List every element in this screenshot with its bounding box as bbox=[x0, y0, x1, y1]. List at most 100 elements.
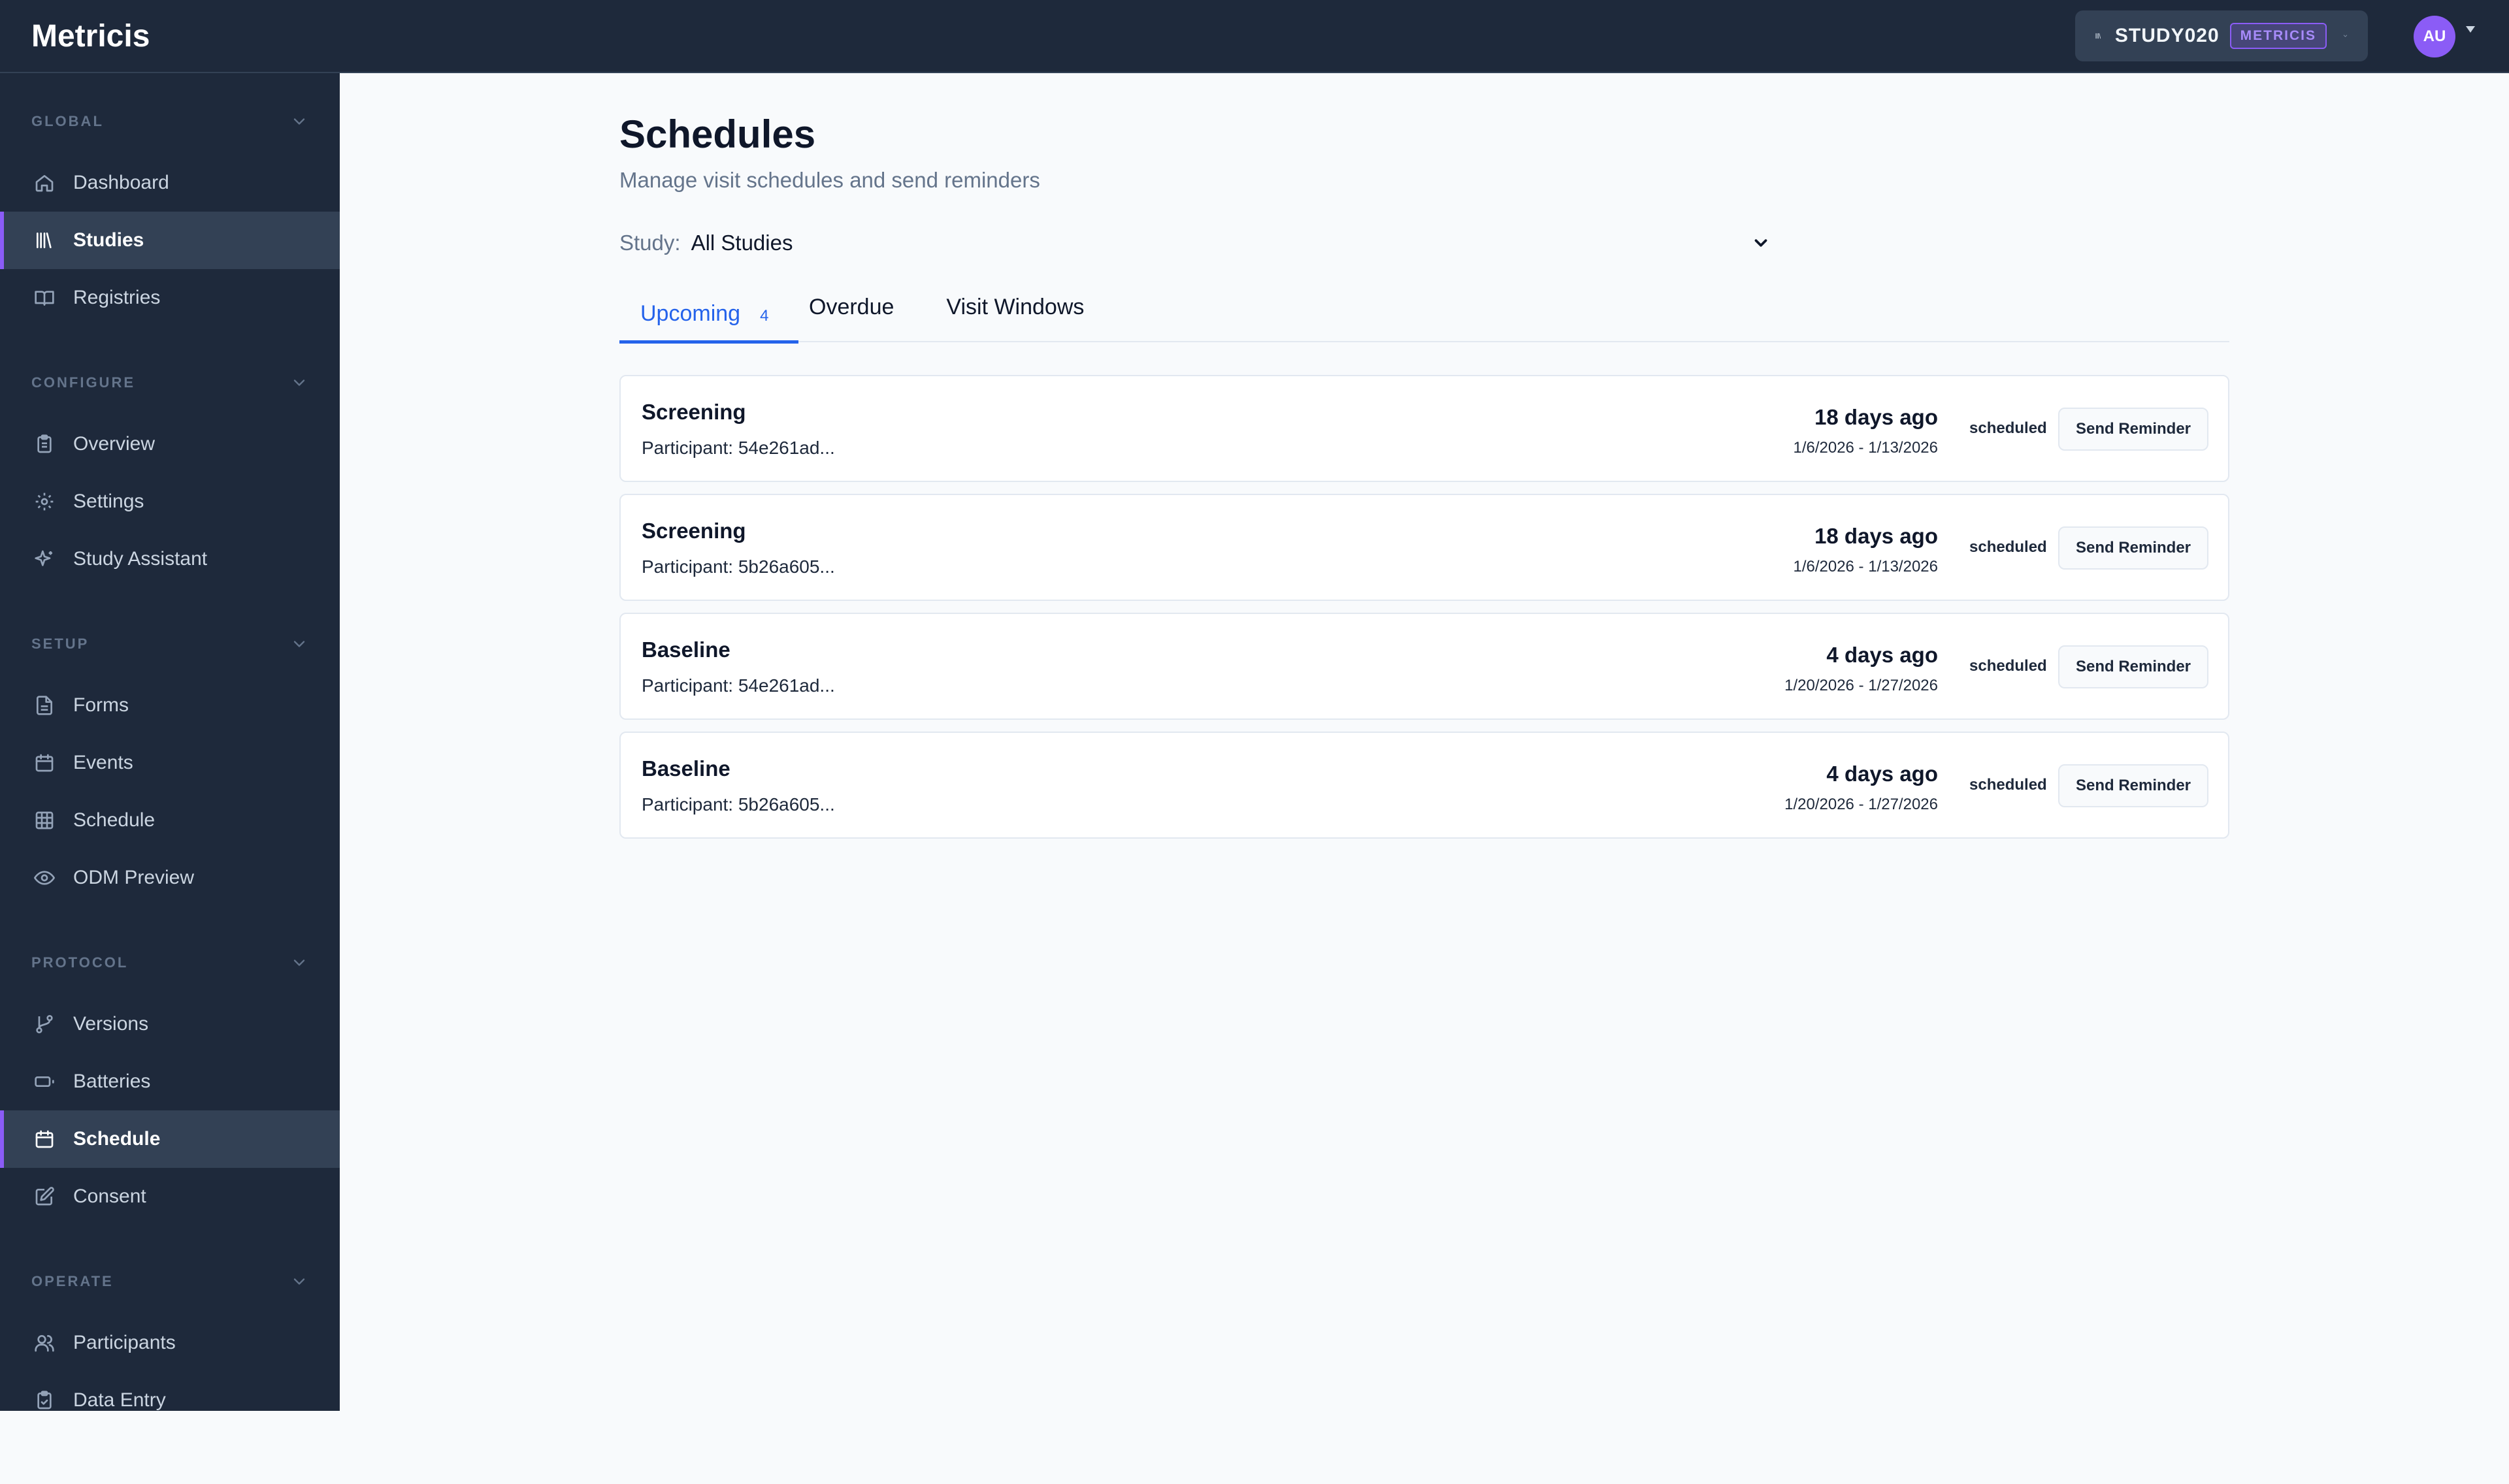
sidebar-item-participants[interactable]: Participants bbox=[0, 1314, 340, 1372]
send-reminder-button[interactable]: Send Reminder bbox=[2058, 526, 2208, 570]
library-icon bbox=[2095, 33, 2101, 39]
calendar-icon bbox=[35, 1130, 54, 1148]
clipboard-icon bbox=[37, 434, 52, 453]
section-title: CONFIGURE bbox=[31, 374, 135, 391]
file-text-icon bbox=[37, 696, 52, 715]
sidebar-item-overview[interactable]: Overview bbox=[0, 415, 340, 473]
app-logo[interactable]: Metricis bbox=[31, 14, 150, 59]
send-reminder-button[interactable]: Send Reminder bbox=[2058, 408, 2208, 451]
clipboard-check-icon bbox=[37, 1391, 52, 1410]
sidebar-item-label: Settings bbox=[73, 491, 144, 512]
sidebar-item-label: Forms bbox=[73, 694, 129, 716]
users-icon bbox=[35, 1334, 54, 1352]
send-reminder-button[interactable]: Send Reminder bbox=[2058, 764, 2208, 807]
participant-id: Participant: 5b26a605... bbox=[642, 794, 835, 815]
schedule-list: Screening Participant: 54e261ad... 18 da… bbox=[619, 375, 2229, 850]
section-toggle-protocol[interactable]: PROTOCOL bbox=[0, 935, 340, 990]
participant-id: Participant: 54e261ad... bbox=[642, 675, 835, 696]
status-badge: scheduled bbox=[1969, 657, 2047, 675]
status-badge: scheduled bbox=[1969, 538, 2047, 556]
sidebar-item-label: Study Assistant bbox=[73, 548, 208, 570]
tab-visit-windows[interactable]: Visit Windows bbox=[946, 278, 1084, 336]
sidebar-item-studies[interactable]: Studies bbox=[0, 212, 340, 269]
schedule-card: Screening Participant: 5b26a605... 18 da… bbox=[619, 494, 2229, 601]
section-title: GLOBAL bbox=[31, 113, 104, 129]
study-select-value: All Studies bbox=[691, 231, 793, 255]
send-reminder-button[interactable]: Send Reminder bbox=[2058, 645, 2208, 688]
section-toggle-operate[interactable]: OPERATE bbox=[0, 1254, 340, 1309]
eye-icon bbox=[34, 871, 55, 885]
status-badge: scheduled bbox=[1969, 419, 2047, 437]
user-avatar[interactable]: AU bbox=[2414, 16, 2455, 57]
sidebar-item-settings[interactable]: Settings bbox=[0, 473, 340, 530]
nav-section-operate: OPERATE Participants Data Entry bbox=[0, 1254, 340, 1411]
study-code: STUDY020 bbox=[2114, 25, 2220, 46]
chevron-down-icon bbox=[1754, 239, 1767, 247]
relative-date: 18 days ago bbox=[1814, 405, 1938, 429]
chevron-down-icon bbox=[293, 641, 305, 647]
calendar-icon bbox=[35, 754, 54, 772]
sidebar-item-odm-preview[interactable]: ODM Preview bbox=[0, 849, 340, 907]
sidebar-item-study-assistant[interactable]: Study Assistant bbox=[0, 530, 340, 588]
visit-name: Screening bbox=[642, 519, 746, 543]
sidebar-item-label: Versions bbox=[73, 1013, 149, 1035]
page-title: Schedules bbox=[619, 112, 816, 156]
visit-name: Screening bbox=[642, 400, 746, 424]
nav-section-protocol: PROTOCOL Versions Batteries Schedule Con… bbox=[0, 935, 340, 1225]
nav-section-setup: SETUP Forms Events Schedule ODM Preview bbox=[0, 617, 340, 907]
sidebar-item-protocol-schedule[interactable]: Schedule bbox=[0, 1110, 340, 1168]
study-filter: Study: All Studies bbox=[619, 227, 1771, 259]
visit-window-range: 1/6/2026 - 1/13/2026 bbox=[1793, 558, 1938, 575]
relative-date: 4 days ago bbox=[1826, 762, 1938, 786]
participant-id: Participant: 5b26a605... bbox=[642, 556, 835, 577]
sparkles-icon bbox=[35, 550, 52, 566]
sidebar-item-forms[interactable]: Forms bbox=[0, 677, 340, 734]
study-select[interactable]: All Studies bbox=[691, 231, 1771, 255]
sidebar-item-data-entry[interactable]: Data Entry bbox=[0, 1372, 340, 1411]
study-switcher[interactable]: STUDY020 METRICIS bbox=[2075, 10, 2368, 61]
sidebar-item-label: ODM Preview bbox=[73, 867, 195, 888]
battery-icon bbox=[35, 1076, 54, 1087]
study-filter-label: Study: bbox=[619, 231, 681, 255]
visit-window-range: 1/20/2026 - 1/27/2026 bbox=[1784, 796, 1938, 813]
visit-name: Baseline bbox=[642, 756, 730, 781]
section-toggle-setup[interactable]: SETUP bbox=[0, 617, 340, 671]
sidebar-item-versions[interactable]: Versions bbox=[0, 995, 340, 1053]
section-title: SETUP bbox=[31, 636, 90, 652]
schedule-tabs: Upcoming 4 Overdue Visit Windows bbox=[619, 285, 2229, 344]
sidebar-item-registries[interactable]: Registries bbox=[0, 269, 340, 327]
visit-window-range: 1/6/2026 - 1/13/2026 bbox=[1793, 439, 1938, 457]
page-subtitle: Manage visit schedules and send reminder… bbox=[619, 168, 1040, 192]
chevron-down-icon bbox=[293, 379, 305, 386]
study-badge: METRICIS bbox=[2229, 23, 2327, 49]
schedule-card: Baseline Participant: 5b26a605... 4 days… bbox=[619, 732, 2229, 839]
user-menu-caret-icon[interactable] bbox=[2466, 26, 2475, 33]
home-icon bbox=[35, 175, 54, 192]
relative-date: 18 days ago bbox=[1814, 524, 1938, 548]
sidebar-item-dashboard[interactable]: Dashboard bbox=[0, 154, 340, 212]
sidebar-item-setup-schedule[interactable]: Schedule bbox=[0, 792, 340, 849]
section-toggle-global[interactable]: GLOBAL bbox=[0, 94, 340, 149]
sidebar-item-label: Consent bbox=[73, 1186, 146, 1207]
chevron-down-icon bbox=[293, 118, 305, 125]
sidebar-item-batteries[interactable]: Batteries bbox=[0, 1053, 340, 1110]
sidebar: GLOBAL Dashboard Studies Registries CONF… bbox=[0, 73, 340, 1411]
tab-upcoming-label: Upcoming bbox=[640, 300, 741, 326]
participant-id: Participant: 54e261ad... bbox=[642, 438, 835, 458]
gear-icon bbox=[35, 492, 54, 511]
sidebar-item-label: Schedule bbox=[73, 1128, 161, 1150]
sidebar-item-label: Overview bbox=[73, 433, 156, 455]
status-badge: scheduled bbox=[1969, 776, 2047, 794]
tab-upcoming[interactable]: Upcoming 4 bbox=[619, 285, 798, 344]
schedule-card: Screening Participant: 54e261ad... 18 da… bbox=[619, 375, 2229, 482]
sidebar-item-label: Studies bbox=[73, 229, 144, 251]
edit-icon bbox=[35, 1187, 54, 1206]
section-toggle-configure[interactable]: CONFIGURE bbox=[0, 355, 340, 410]
sidebar-item-events[interactable]: Events bbox=[0, 734, 340, 792]
sidebar-item-label: Schedule bbox=[73, 809, 156, 831]
git-branch-icon bbox=[36, 1015, 53, 1033]
nav-section-global: GLOBAL Dashboard Studies Registries bbox=[0, 94, 340, 327]
tab-overdue[interactable]: Overdue bbox=[809, 278, 894, 336]
section-title: PROTOCOL bbox=[31, 954, 129, 971]
sidebar-item-consent[interactable]: Consent bbox=[0, 1168, 340, 1225]
